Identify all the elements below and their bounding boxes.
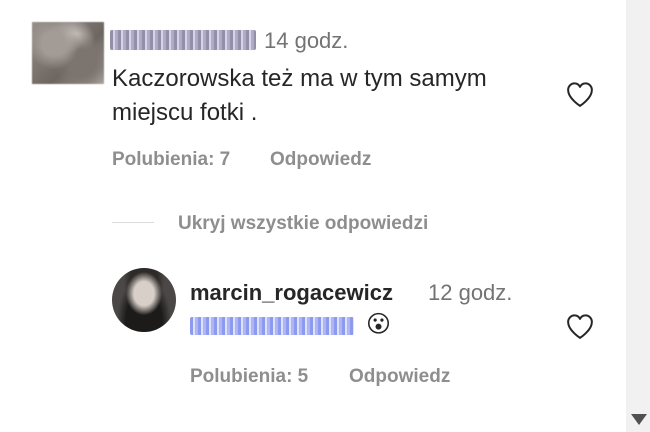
reply-username[interactable]: marcin_rogacewicz: [190, 280, 393, 306]
reply-time: 12 godz.: [428, 280, 513, 305]
scroll-down-arrow-icon[interactable]: [631, 414, 647, 425]
commenter-username-redacted[interactable]: [110, 30, 256, 50]
comment-text: Kaczorowska też ma w tym samym miejscu f…: [112, 65, 487, 126]
heart-icon[interactable]: [565, 80, 595, 108]
heart-outline-icon: [567, 314, 593, 339]
hide-replies-button[interactable]: Ukryj wszystkie odpowiedzi: [178, 213, 428, 235]
reply-avatar[interactable]: [112, 268, 176, 332]
reply-emoji: 😮: [366, 311, 392, 338]
heart-outline-icon: [567, 82, 593, 107]
comment-time: 14 godz.: [264, 28, 349, 53]
replies-divider: [112, 222, 154, 223]
comment-likes-count[interactable]: Polubienia: 7: [112, 149, 230, 171]
reply-likes-count[interactable]: Polubienia: 5: [190, 366, 308, 388]
reply-mention-redacted[interactable]: [190, 317, 354, 335]
comment-reply-button[interactable]: Odpowiedz: [270, 149, 371, 171]
scrollbar[interactable]: [626, 0, 650, 432]
commenter-avatar[interactable]: [32, 22, 104, 84]
reply-reply-button[interactable]: Odpowiedz: [349, 366, 450, 388]
heart-icon[interactable]: [565, 312, 595, 340]
